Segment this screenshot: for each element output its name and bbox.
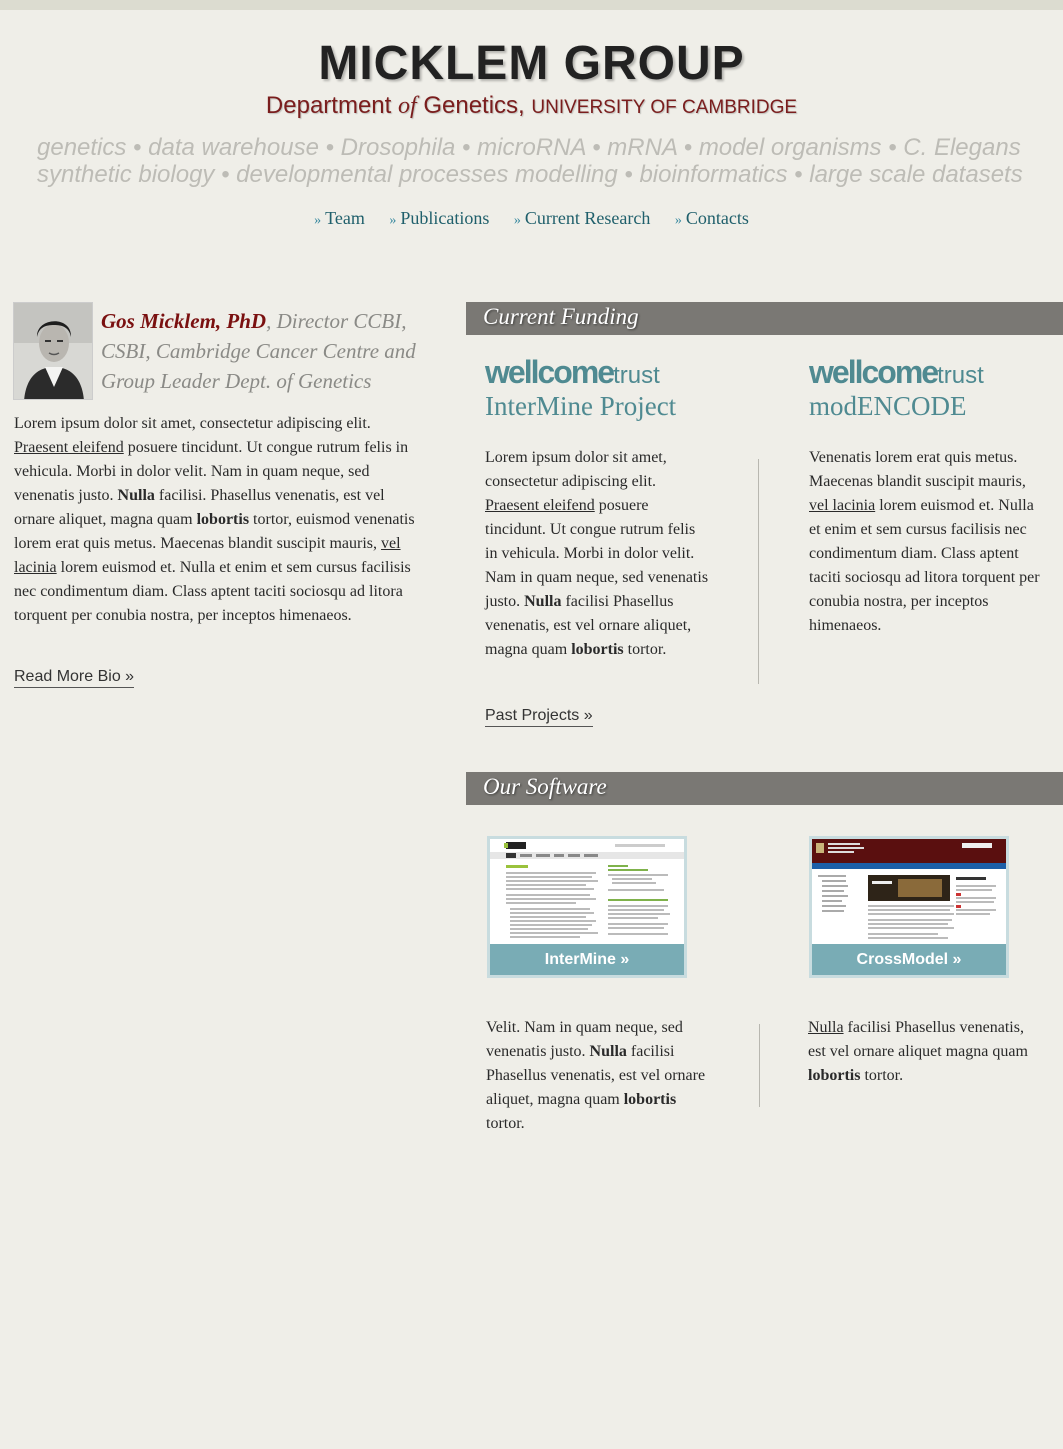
bio-link-praesent[interactable]: Praesent eleifend [14, 439, 124, 456]
crossmodel-screenshot-link[interactable]: CrossModel » [809, 836, 1009, 978]
funding-text-part: lorem euismod et. Nulla et enim et sem c… [809, 497, 1040, 634]
bio-name: Gos Micklem, PhD [101, 309, 267, 333]
past-projects-link[interactable]: Past Projects » [485, 707, 593, 727]
funding-divider [758, 459, 759, 684]
nav-current-research[interactable]: » Current Research [514, 208, 650, 228]
nav-contacts-label: Contacts [685, 208, 749, 228]
logo-word: wellcome [485, 354, 615, 390]
nav-publications[interactable]: » Publications [389, 208, 489, 228]
keywords: genetics • data warehouse • Drosophila •… [37, 134, 1037, 188]
project-title-intermine: InterMine Project [485, 391, 677, 421]
funding-left-text: Lorem ipsum dolor sit amet, consectetur … [485, 446, 710, 662]
keywords-line-1: genetics • data warehouse • Drosophila •… [37, 134, 1021, 161]
site-title: MICKLEM GROUP [318, 37, 745, 90]
software-right-text: Nulla facilisi Phasellus venenatis, est … [808, 1016, 1038, 1088]
bio-photo [13, 302, 93, 400]
funding-bold: lobortis [571, 641, 624, 658]
intermine-label: InterMine » [490, 944, 684, 975]
nav-publications-label: Publications [400, 208, 490, 228]
software-divider [759, 1024, 760, 1107]
funding-text-part: tortor. [623, 641, 667, 658]
software-link-nulla[interactable]: Nulla [808, 1019, 844, 1036]
portrait-image [14, 303, 92, 399]
crossmodel-label: CrossModel » [812, 944, 1006, 975]
software-bold: lobortis [623, 1091, 677, 1108]
department-line: Department of Genetics, UNIVERSITY OF CA… [0, 92, 1063, 120]
funding-link-praesent[interactable]: Praesent eleifend [485, 497, 595, 514]
dept-of: of [397, 93, 417, 119]
project-title-modencode: modENCODE [809, 391, 967, 421]
current-funding-heading: Current Funding [483, 304, 639, 329]
funding-right-text: Venenatis lorem erat quis metus. Maecena… [809, 446, 1049, 638]
software-text-part: tortor. [860, 1067, 904, 1084]
keywords-line-2: synthetic biology • developmental proces… [37, 161, 1023, 188]
our-software-heading: Our Software [483, 774, 607, 799]
dept-name: Genetics, [423, 92, 525, 119]
funding-bold: Nulla [524, 593, 562, 610]
wellcome-trust-wordmark: wellcometrust [809, 354, 984, 391]
nav-arrow-icon: » [314, 213, 322, 228]
nav-team-label: Team [325, 208, 365, 228]
logo-trust: trust [937, 362, 984, 389]
wellcome-logo-modencode: wellcometrust modENCODE [809, 354, 984, 421]
bio-heading: Gos Micklem, PhD, Director CCBI, CSBI, C… [101, 306, 431, 396]
bio-text-part: lorem euismod et. Nulla et enim et sem c… [14, 559, 411, 624]
logo-trust: trust [613, 362, 660, 389]
nav-contacts[interactable]: » Contacts [675, 208, 749, 228]
funding-link-vel-lacinia[interactable]: vel lacinia [809, 497, 875, 514]
main-nav: » Team » Publications » Current Research » C… [0, 208, 1063, 229]
wellcome-trust-wordmark: wellcometrust [485, 354, 676, 391]
top-strip [0, 0, 1063, 10]
university-name: UNIVERSITY OF CAMBRIDGE [531, 97, 798, 118]
nav-arrow-icon: » [674, 213, 682, 228]
bio-bold: Nulla [117, 487, 155, 504]
funding-text-part: Venenatis lorem erat quis metus. Maecena… [809, 449, 1026, 490]
logo-word: wellcome [809, 354, 939, 390]
software-bold: lobortis [808, 1067, 861, 1084]
nav-current-research-label: Current Research [524, 208, 651, 228]
wellcome-logo-intermine: wellcometrust InterMine Project [485, 354, 677, 421]
bio-text-part: Lorem ipsum dolor sit amet, consectetur … [14, 415, 371, 432]
intermine-screenshot-link[interactable]: InterMine » [487, 836, 687, 978]
nav-arrow-icon: » [513, 213, 521, 228]
software-bold: Nulla [589, 1043, 627, 1060]
read-more-bio-link[interactable]: Read More Bio » [14, 668, 135, 688]
our-software-bar: Our Software [466, 772, 1063, 805]
funding-text-part: Lorem ipsum dolor sit amet, consectetur … [485, 449, 667, 490]
nav-team[interactable]: » Team [314, 208, 365, 228]
software-left-text: Velit. Nam in quam neque, sed venenatis … [486, 1016, 711, 1136]
bio-bold: lobortis [196, 511, 250, 528]
nav-arrow-icon: » [389, 213, 397, 228]
bio-text: Lorem ipsum dolor sit amet, consectetur … [14, 412, 424, 628]
software-text-part: tortor. [486, 1115, 525, 1132]
dept-prefix: Department [265, 92, 392, 119]
current-funding-bar: Current Funding [466, 302, 1063, 335]
